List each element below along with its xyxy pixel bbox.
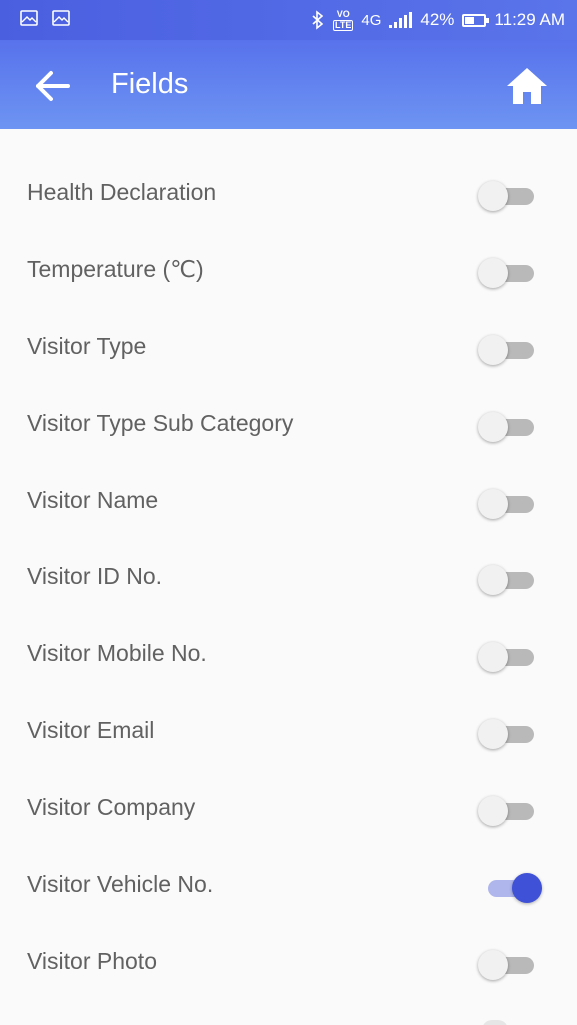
field-label: Visitor Type: [27, 332, 147, 359]
field-row: Visitor Photo: [0, 924, 577, 1001]
field-toggle-switch[interactable]: [478, 796, 538, 827]
field-label: Visitor Vehicle No.: [27, 871, 214, 898]
field-row: Visitor Type Sub Category: [0, 386, 577, 463]
clock: 11:29 AM: [494, 10, 565, 29]
field-row: Visitor Company: [0, 770, 577, 847]
switch-thumb: [478, 257, 508, 288]
app-bar: Fields: [0, 40, 577, 129]
field-row: Visitor Mobile No.: [0, 616, 577, 693]
field-label: Visitor Mobile No.: [27, 640, 207, 667]
field-toggle-switch[interactable]: [478, 719, 538, 750]
back-button[interactable]: [28, 62, 76, 110]
switch-thumb: [478, 719, 508, 750]
page-title: Fields: [111, 68, 189, 100]
field-row: Visitor Type: [0, 309, 577, 386]
field-toggle-switch[interactable]: [478, 873, 542, 904]
field-row: Temperature (℃): [0, 232, 577, 309]
field-label: Visitor Company: [27, 794, 196, 821]
field-row: Visitor Email: [0, 693, 577, 770]
field-label: Visitor Email: [27, 717, 155, 744]
switch-thumb: [478, 411, 508, 442]
field-label: Visitor Type Sub Category: [27, 409, 294, 436]
home-button[interactable]: [501, 60, 553, 112]
field-toggle-switch[interactable]: [478, 334, 538, 365]
field-toggle-switch[interactable]: [478, 949, 538, 980]
field-label: Visitor ID No.: [27, 563, 163, 590]
field-label: Health Declaration: [27, 179, 217, 205]
network-type: 4G: [361, 11, 382, 29]
battery-icon: [462, 13, 490, 27]
home-icon: [507, 68, 547, 104]
switch-thumb: [478, 565, 508, 596]
switch-thumb: [478, 949, 508, 980]
notification-icons: [20, 10, 70, 26]
image-notification-icon: [20, 10, 38, 26]
switch-thumb: [478, 488, 508, 519]
volte-bottom-label: LTE: [333, 19, 354, 31]
switch-thumb: [478, 181, 508, 211]
switch-thumb: [478, 796, 508, 827]
field-toggle-switch[interactable]: [478, 257, 538, 288]
bluetooth-icon: [312, 10, 324, 30]
field-toggle-switch[interactable]: [478, 642, 538, 673]
volte-indicator: VO LTE: [333, 8, 354, 31]
switch-thumb: [478, 642, 508, 673]
field-row: Health Declaration: [0, 155, 577, 232]
screen: VO LTE 4G 42% 11:29 AM Fields Health Dec…: [0, 0, 577, 1025]
image-notification-icon: [52, 10, 70, 26]
status-bar: VO LTE 4G 42% 11:29 AM: [0, 0, 577, 40]
field-toggle-switch[interactable]: [478, 565, 538, 596]
field-label: Visitor Name: [27, 486, 159, 513]
partial-switch: [482, 1020, 508, 1025]
field-label: Visitor Photo: [27, 947, 157, 974]
field-row: Visitor Name: [0, 463, 577, 540]
signal-icon: [389, 12, 413, 28]
battery-percent: 42%: [420, 10, 455, 29]
switch-thumb: [512, 873, 542, 904]
field-list: Health Declaration Temperature (℃) Visitor…: [0, 155, 577, 1001]
field-toggle-switch[interactable]: [478, 411, 538, 442]
field-toggle-switch[interactable]: [478, 181, 538, 211]
status-icons: VO LTE 4G 42% 11:29 AM: [311, 0, 565, 40]
field-toggle-switch[interactable]: [478, 488, 538, 519]
arrow-left-icon: [36, 71, 70, 101]
field-label: Temperature (℃): [27, 255, 204, 282]
field-row: Visitor Vehicle No.: [0, 847, 577, 924]
switch-thumb: [478, 334, 508, 365]
field-row: Visitor ID No.: [0, 539, 577, 616]
volte-top-label: VO: [336, 8, 350, 19]
